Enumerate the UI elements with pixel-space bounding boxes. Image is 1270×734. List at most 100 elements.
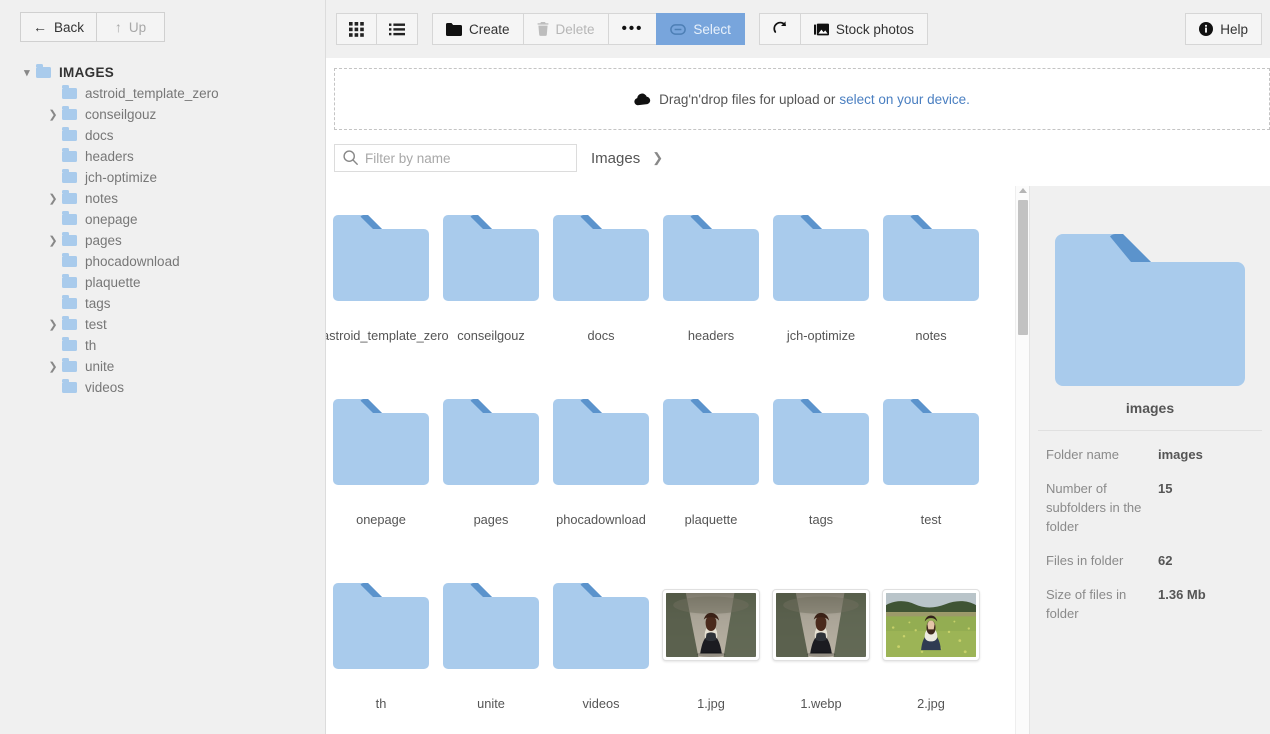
thumbnail-image <box>776 593 866 657</box>
tree-item-label: plaquette <box>85 275 141 290</box>
scroll-up-arrow-icon[interactable] <box>1019 188 1027 193</box>
grid-item-file[interactable]: 1.jpg <box>656 578 766 734</box>
grid-item-folder[interactable]: docs <box>546 210 656 394</box>
tree-item-videos[interactable]: ❯videos <box>18 377 325 398</box>
trash-icon <box>537 22 548 36</box>
folder-icon <box>62 295 77 309</box>
folder-icon-wrapper <box>333 399 429 485</box>
folder-icon-wrapper <box>663 399 759 485</box>
select-button[interactable]: Select <box>656 13 745 45</box>
grid-item-folder[interactable]: phocadownload <box>546 394 656 578</box>
grid-scrollbar[interactable] <box>1015 186 1029 734</box>
select-on-device-link[interactable]: select on your device. <box>839 92 970 107</box>
chevron-right-icon[interactable]: ❯ <box>44 108 62 121</box>
details-row-key: Files in folder <box>1046 553 1124 568</box>
folder-icon <box>333 215 429 301</box>
grid-item-folder[interactable]: conseilgouz <box>436 210 546 394</box>
grid-item-folder[interactable]: plaquette <box>656 394 766 578</box>
tree-item-conseilgouz[interactable]: ❯ conseilgouz <box>18 104 325 125</box>
chevron-right-icon[interactable]: ❯ <box>44 192 62 205</box>
folder-icon <box>443 399 539 485</box>
tree-item-label: onepage <box>85 212 138 227</box>
grid-item-thumbnail <box>766 210 876 328</box>
grid-item-label: astroid_template_zero <box>326 328 449 343</box>
up-button[interactable]: ↑ Up <box>97 12 166 42</box>
grid-item-thumbnail <box>656 394 766 512</box>
refresh-icon <box>773 21 786 33</box>
tree-item-astroid_template_zero[interactable]: ❯astroid_template_zero <box>18 83 325 104</box>
grid-item-folder[interactable]: unite <box>436 578 546 734</box>
tree-item-images-root[interactable]: ▾ IMAGES <box>18 62 325 83</box>
tree-item-notes[interactable]: ❯ notes <box>18 188 325 209</box>
upload-dropzone[interactable]: Drag'n'drop files for upload or select o… <box>334 68 1270 130</box>
dropzone-text: Drag'n'drop files for upload or <box>659 91 836 107</box>
grid-item-folder[interactable]: jch-optimize <box>766 210 876 394</box>
grid-item-folder[interactable]: pages <box>436 394 546 578</box>
chevron-right-icon[interactable]: ❯ <box>44 318 62 331</box>
chevron-down-icon[interactable]: ▾ <box>18 66 36 79</box>
details-row-value: 62 <box>1158 553 1173 568</box>
folder-icon <box>62 358 77 372</box>
thumbnail-image <box>886 593 976 657</box>
folder-icon <box>553 215 649 301</box>
utility-group: Stock photos <box>758 13 928 45</box>
image-thumbnail <box>882 589 980 661</box>
tree-item-onepage[interactable]: ❯onepage <box>18 209 325 230</box>
tree-item-phocadownload[interactable]: ❯phocadownload <box>18 251 325 272</box>
back-button[interactable]: ← Back <box>20 12 98 42</box>
folder-icon-wrapper <box>883 215 979 301</box>
tree-item-plaquette[interactable]: ❯plaquette <box>18 272 325 293</box>
grid-item-label: unite <box>477 696 505 711</box>
list-view-button[interactable] <box>376 13 418 45</box>
tree-item-headers[interactable]: ❯headers <box>18 146 325 167</box>
folder-icon-wrapper <box>333 215 429 301</box>
tree-item-pages[interactable]: ❯ pages <box>18 230 325 251</box>
grid-item-folder[interactable]: headers <box>656 210 766 394</box>
folder-icon-wrapper <box>663 215 759 301</box>
folder-icon-wrapper <box>333 583 429 669</box>
tree-item-label: phocadownload <box>85 254 180 269</box>
chevron-right-icon[interactable]: ❯ <box>44 234 62 247</box>
grid-item-folder[interactable]: videos <box>546 578 656 734</box>
grid-item-folder[interactable]: onepage <box>326 394 436 578</box>
grid-item-file[interactable]: 1.webp <box>766 578 876 734</box>
grid-item-folder[interactable]: tags <box>766 394 876 578</box>
file-grid: astroid_template_zero conseilgouz docs head… <box>326 186 1029 734</box>
image-icon <box>813 23 829 35</box>
breadcrumb-item-images[interactable]: Images <box>591 150 640 167</box>
tree-item-th[interactable]: ❯th <box>18 335 325 356</box>
up-button-label: Up <box>128 19 147 35</box>
delete-button-label: Delete <box>555 21 595 37</box>
folder-icon-wrapper <box>553 583 649 669</box>
search-input[interactable] <box>334 144 577 172</box>
create-button[interactable]: Create <box>432 13 524 45</box>
grid-item-folder[interactable]: astroid_template_zero <box>326 210 449 394</box>
grid-item-label: plaquette <box>684 512 738 527</box>
folder-icon <box>443 215 539 301</box>
folder-icon <box>883 215 979 301</box>
grid-item-thumbnail <box>326 578 436 696</box>
chevron-right-icon[interactable]: ❯ <box>44 360 62 373</box>
scrollbar-thumb[interactable] <box>1018 200 1028 335</box>
tree-item-tags[interactable]: ❯tags <box>18 293 325 314</box>
grid-item-folder[interactable]: notes <box>876 210 986 394</box>
refresh-button[interactable] <box>758 13 801 45</box>
tree-item-jch-optimize[interactable]: ❯jch-optimize <box>18 167 325 188</box>
breadcrumb: Images ❯ <box>591 150 663 167</box>
grid-item-label: onepage <box>356 512 406 527</box>
tree-item-label: notes <box>85 191 119 206</box>
tree-item-unite[interactable]: ❯ unite <box>18 356 325 377</box>
tree-item-label: test <box>85 317 107 332</box>
grid-view-button[interactable] <box>336 13 377 45</box>
tree-item-docs[interactable]: ❯docs <box>18 125 325 146</box>
grid-item-file[interactable]: 2.jpg <box>876 578 986 734</box>
content-area: Drag'n'drop files for upload or select o… <box>326 58 1270 734</box>
help-button[interactable]: Help <box>1185 13 1262 45</box>
grid-item-folder[interactable]: th <box>326 578 436 734</box>
stock-photos-button[interactable]: Stock photos <box>799 13 928 45</box>
tree-item-test[interactable]: ❯ test <box>18 314 325 335</box>
file-grid-pane: astroid_template_zero conseilgouz docs head… <box>326 186 1030 734</box>
delete-button[interactable]: Delete <box>522 13 609 45</box>
grid-item-folder[interactable]: test <box>876 394 986 578</box>
more-actions-button[interactable]: ••• <box>607 13 658 45</box>
